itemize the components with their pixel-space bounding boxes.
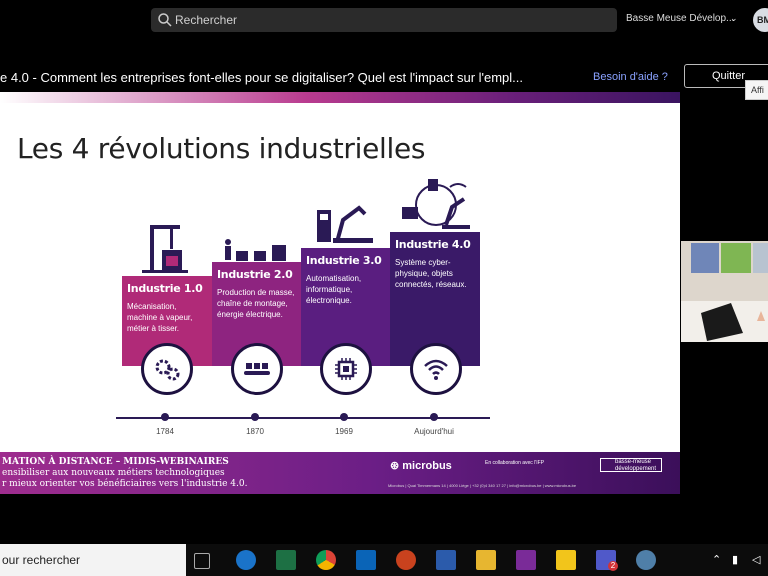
stage-year: 1969 <box>335 427 353 436</box>
shared-slide: Les 4 révolutions industrielles Industri… <box>0 92 680 494</box>
basse-meuse-logo: basse-meuse développement <box>600 458 662 472</box>
battery-icon[interactable]: ▮ <box>732 553 738 566</box>
task-view-icon[interactable] <box>194 553 210 569</box>
stage-title: Industrie 1.0 <box>127 282 203 295</box>
collaboration-text: En collaboration avec l'IFP <box>485 460 545 466</box>
stage-description: Système cyber-physique, objets connectés… <box>395 258 467 289</box>
stage-description: Production de masse, chaîne de montage, … <box>217 288 295 319</box>
meeting-title: e 4.0 - Comment les entreprises font-ell… <box>0 70 524 85</box>
timeline-dot <box>340 413 348 421</box>
banner-line-1: MATION À DISTANCE – MIDIS-WEBINAIRES <box>2 457 229 467</box>
excel-icon[interactable] <box>276 550 296 570</box>
slide-banner: MATION À DISTANCE – MIDIS-WEBINAIRES ens… <box>0 452 680 494</box>
timeline-dot <box>430 413 438 421</box>
banner-line-2: ensibiliser aux nouveaux métiers technol… <box>2 468 225 478</box>
banner-address: Microbus | Quai Timmermans 14 | 4000 Liè… <box>388 483 577 488</box>
participant-video[interactable] <box>681 241 768 342</box>
word-icon[interactable] <box>436 550 456 570</box>
search-placeholder: Rechercher <box>175 13 238 27</box>
outlook-icon[interactable] <box>356 550 376 570</box>
wifi-icon <box>410 343 462 395</box>
speaker-icon[interactable]: ◁ <box>752 553 760 566</box>
stage-title: Industrie 3.0 <box>306 254 382 267</box>
conveyor-icon <box>231 343 283 395</box>
chip-icon <box>320 343 372 395</box>
chevron-up-icon[interactable]: ⌃ <box>712 553 721 566</box>
teams-badge: 2 <box>608 561 618 571</box>
steam-machine-icon <box>142 225 188 273</box>
banner-line-3: r mieux orienter vos bénéficiaires vers … <box>2 479 248 489</box>
robot-arm-icon <box>317 205 373 243</box>
stage-description: Automatisation, informatique, électroniq… <box>306 274 362 305</box>
timeline-dot <box>161 413 169 421</box>
stage-year: 1784 <box>156 427 174 436</box>
stage-year: Aujourd'hui <box>414 427 454 436</box>
search-box[interactable]: Rechercher <box>151 8 617 32</box>
chrome-icon[interactable] <box>316 550 336 570</box>
avatar[interactable]: BM <box>753 8 768 32</box>
stage-title: Industrie 4.0 <box>395 238 471 251</box>
powerpoint-icon[interactable] <box>396 550 416 570</box>
connected-factory-icon <box>402 179 470 229</box>
chevron-down-icon[interactable]: ⌄ <box>730 13 738 24</box>
onenote-icon[interactable] <box>516 550 536 570</box>
meeting-bar: e 4.0 - Comment les entreprises font-ell… <box>0 60 768 92</box>
search-icon <box>158 13 172 27</box>
gears-icon <box>141 343 193 395</box>
app-icon[interactable] <box>636 550 656 570</box>
video-feed-scene <box>681 241 768 342</box>
taskbar: our rechercher 2 ⌃ ▮ ◁ <box>0 544 768 576</box>
stage-title: Industrie 2.0 <box>217 268 293 281</box>
taskbar-search[interactable]: our rechercher <box>0 544 186 576</box>
slide-title: Les 4 révolutions industrielles <box>17 132 426 165</box>
microbus-logo-icon: ⊛ <box>390 460 403 472</box>
title-bar: Rechercher Basse Meuse Dévelop... ⌄ BM <box>0 0 768 40</box>
file-explorer-icon[interactable] <box>476 550 496 570</box>
timeline-dot <box>251 413 259 421</box>
help-link[interactable]: Besoin d'aide ? <box>593 71 668 83</box>
stage-year: 1870 <box>246 427 264 436</box>
slide-top-strip <box>0 92 680 103</box>
microbus-logo: ⊛ microbus <box>390 460 452 472</box>
edge-icon[interactable] <box>236 550 256 570</box>
stage-description: Mécanisation, machine à vapeur, métier à… <box>127 302 193 333</box>
sticky-notes-icon[interactable] <box>556 550 576 570</box>
org-switcher[interactable]: Basse Meuse Dévelop... <box>626 13 734 24</box>
tooltip: Affi <box>745 80 768 100</box>
